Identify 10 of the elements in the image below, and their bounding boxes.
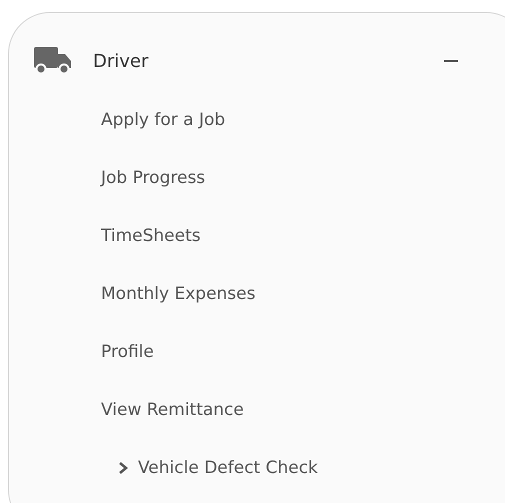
- menu-link[interactable]: View Remittance: [101, 400, 244, 420]
- menu-link[interactable]: Vehicle Defect Check: [138, 458, 318, 478]
- section-title[interactable]: Driver: [93, 50, 148, 72]
- menu-link[interactable]: Job Progress: [101, 168, 206, 188]
- truck-icon: [34, 47, 72, 75]
- chevron-icon: [118, 461, 128, 475]
- menu-link[interactable]: Profile: [101, 342, 154, 362]
- menu-link[interactable]: TimeSheets: [101, 226, 201, 246]
- menu-link[interactable]: Apply for a Job: [101, 110, 226, 130]
- menu-link[interactable]: Monthly Expenses: [101, 284, 256, 304]
